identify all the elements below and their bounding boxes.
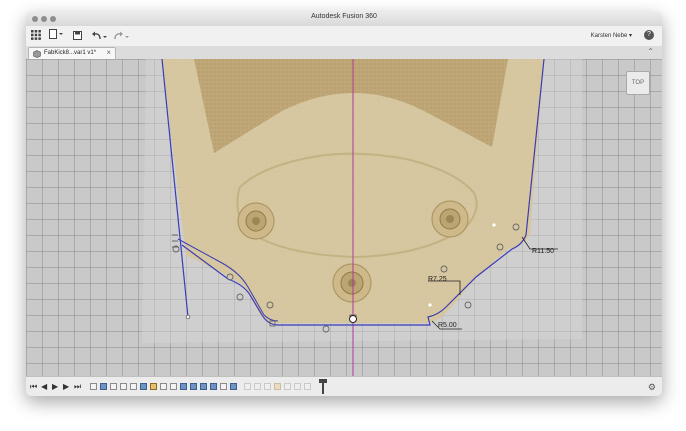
chevron-up-icon[interactable]: ⌃ [647,47,654,56]
sketch-point [185,314,191,320]
document-tab-bar: FabKick8...var1 v1* × ⌃ [26,46,662,60]
timeline-suppressed-feature[interactable] [244,383,251,390]
step-back-icon[interactable]: ◀ [41,382,47,391]
bolt-hole-center [332,263,372,303]
application-toolbar: Karsten Nebe ▾ ? [26,26,662,47]
timeline-sketch-feature[interactable] [160,383,167,390]
design-canvas[interactable]: R11.50 R7.25 R5.00 TOP [26,59,662,376]
viewcube[interactable]: TOP [626,71,650,95]
timeline-canvas-feature[interactable] [200,383,207,390]
timeline-suppressed-feature[interactable] [254,383,261,390]
timeline-sketch-feature[interactable] [120,383,127,390]
timeline-suppressed-feature[interactable] [304,383,311,390]
sketch-point [492,223,496,227]
dimension-label-r5-00[interactable]: R5.00 [438,322,457,329]
timeline-suppressed-feature[interactable] [274,383,281,390]
bolt-hole-right [431,200,469,238]
gear-icon[interactable]: ⚙ [648,382,656,393]
component-icon [33,50,41,58]
chevron-down-icon: ▾ [628,33,632,39]
skip-to-end-icon[interactable]: ⏭ [74,382,81,391]
window-title: Autodesk Fusion 360 [311,13,377,20]
redo-icon[interactable] [112,29,130,42]
timeline-canvas-feature[interactable] [210,383,217,390]
step-forward-icon[interactable]: ▶ [63,382,69,391]
user-menu[interactable]: Karsten Nebe ▾ [591,32,632,39]
dimension-label-r7-25[interactable]: R7.25 [428,276,447,283]
timeline-sketch-feature[interactable] [170,383,177,390]
play-icon[interactable]: ▶ [52,382,58,391]
sketch-point [428,303,432,307]
timeline-sketch-feature[interactable] [130,383,137,390]
timeline-extrude-feature[interactable] [150,383,157,390]
skip-to-start-icon[interactable]: ⏮ [30,382,37,391]
timeline-sketch-feature[interactable] [90,383,97,390]
close-tab-button[interactable]: × [106,48,111,57]
help-icon[interactable]: ? [644,30,654,40]
timeline-canvas-feature[interactable] [190,383,197,390]
timeline-suppressed-feature[interactable] [264,383,271,390]
dimension-label-r11-50[interactable]: R11.50 [532,248,554,255]
timeline-canvas-feature[interactable] [100,383,107,390]
timeline-sketch-feature[interactable] [220,383,227,390]
timeline-bar: ⏮ ◀ ▶ ▶ ⏭ ⚙ [26,376,662,396]
grid-icon[interactable] [30,29,42,42]
timeline-marker[interactable] [322,380,324,394]
save-icon[interactable] [72,29,83,42]
file-icon [49,29,57,39]
document-tab-label: FabKick8...var1 v1* [44,50,97,56]
undo-icon[interactable] [90,29,108,42]
timeline-canvas-feature[interactable] [230,383,237,390]
app-window: Autodesk Fusion 360 Karsten Nebe ▾ ? Fab… [26,12,662,396]
timeline-suppressed-feature[interactable] [284,383,291,390]
timeline-sketch-feature[interactable] [110,383,117,390]
file-menu-button[interactable] [48,29,64,42]
timeline-canvas-feature[interactable] [180,383,187,390]
title-bar: Autodesk Fusion 360 [26,12,662,27]
sketch-origin-point [349,315,357,323]
bolt-hole-left [237,202,275,240]
user-name: Karsten Nebe [590,33,628,39]
timeline-suppressed-feature[interactable] [294,383,301,390]
timeline-canvas-feature[interactable] [140,383,147,390]
